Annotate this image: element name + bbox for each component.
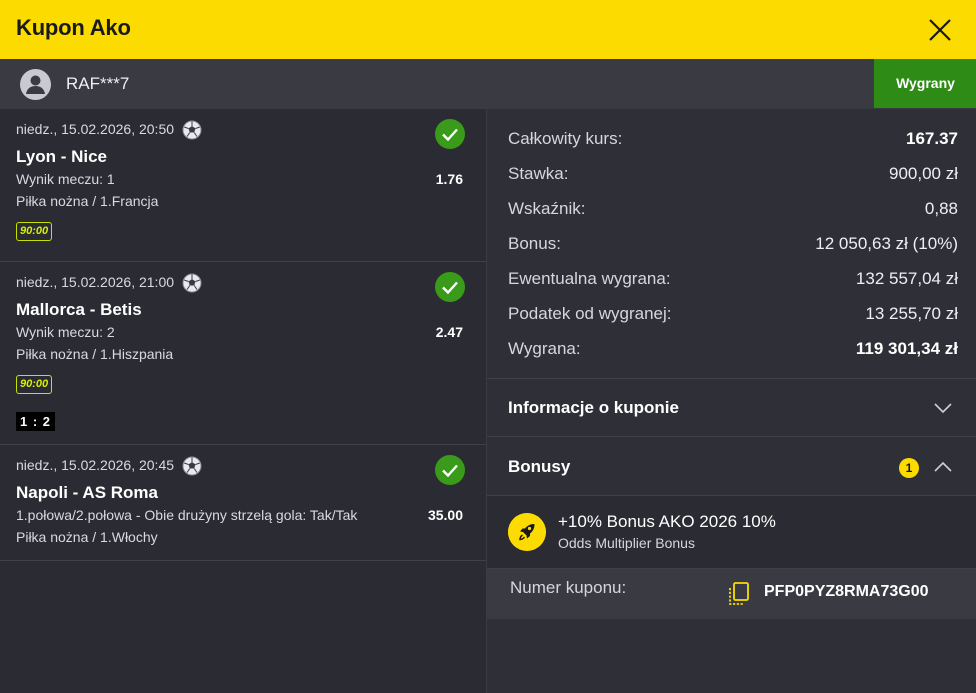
bet-market: Wynik meczu: 2 [16, 324, 115, 340]
summary-value: 119 301,34 zł [855, 339, 958, 358]
football-icon [182, 456, 202, 476]
user-avatar-icon [20, 69, 51, 100]
bet-match: Lyon - Nice [16, 147, 107, 166]
coupon-header: Kupon Ako [0, 0, 976, 59]
bets-panel: RAF***7 niedz., 15.02.2026, 20:50 Lyon -… [0, 59, 486, 693]
summary-value: 13 255,70 zł [865, 304, 958, 323]
coupon-number-row: Numer kuponu: PFP0PYZ8RMA73G00 [487, 569, 976, 619]
bet-datetime: niedz., 15.02.2026, 21:00 [16, 274, 175, 290]
match-time-badge: 90:00 [16, 222, 53, 241]
summary-row-payout: Wygrana: 119 301,34 zł [508, 339, 958, 363]
summary-label: Wygrana: [508, 339, 581, 358]
bet-league: Piłka nożna / 1.Francja [16, 193, 159, 209]
summary-row-stake: Stawka: 900,00 zł [508, 164, 958, 188]
username: RAF***7 [66, 74, 130, 93]
bet-item: niedz., 15.02.2026, 20:50 Lyon - Nice Wy… [0, 109, 486, 262]
user-bar: RAF***7 [0, 59, 486, 109]
coupon-number-label: Numer kuponu: [510, 578, 627, 597]
close-icon[interactable] [925, 16, 955, 44]
chevron-down-icon[interactable] [933, 401, 953, 415]
bet-datetime: niedz., 15.02.2026, 20:50 [16, 121, 175, 137]
bonus-name: +10% Bonus AKO 2026 10% [558, 512, 776, 531]
bet-item: niedz., 15.02.2026, 20:45 Napoli - AS Ro… [0, 445, 486, 561]
summary-label: Bonus: [508, 234, 561, 253]
bet-odds: 35.00 [427, 507, 463, 523]
football-icon [182, 120, 202, 140]
bet-league: Piłka nożna / 1.Włochy [16, 529, 158, 545]
summary-value: 900,00 zł [889, 164, 958, 183]
bet-market: 1.połowa/2.połowa - Obie drużyny strzelą… [16, 507, 358, 523]
summary-label: Stawka: [508, 164, 569, 183]
coupon-summary: Całkowity kurs: 167.37 Stawka: 900,00 zł… [487, 109, 976, 379]
bonus-count-badge: 1 [899, 458, 919, 478]
copy-icon[interactable] [727, 581, 751, 607]
match-time-badge: 90:00 [16, 375, 53, 394]
page-title: Kupon Ako [16, 15, 131, 40]
summary-row-tax: Podatek od wygranej: 13 255,70 zł [508, 304, 958, 328]
check-circle-icon [435, 272, 465, 302]
summary-row-bonus: Bonus: 12 050,63 zł (10%) [508, 234, 958, 258]
summary-value: 132 557,04 zł [855, 269, 958, 288]
winnings-tab[interactable]: Wygrany [874, 59, 976, 108]
bonus-item: +10% Bonus AKO 2026 10% Odds Multiplier … [487, 496, 976, 569]
rocket-icon [508, 513, 546, 551]
chevron-up-icon[interactable] [933, 460, 953, 474]
bet-odds: 1.76 [435, 171, 463, 187]
bet-datetime: niedz., 15.02.2026, 20:45 [16, 457, 175, 473]
bet-odds: 2.47 [435, 324, 463, 340]
football-icon [182, 273, 202, 293]
check-circle-icon [435, 119, 465, 149]
bet-match: Mallorca - Betis [16, 300, 142, 319]
summary-value: 0,88 [924, 199, 958, 218]
summary-value: 12 050,63 zł (10%) [815, 234, 958, 253]
bonus-subtitle: Odds Multiplier Bonus [558, 535, 695, 551]
summary-row-total-odds: Całkowity kurs: 167.37 [508, 129, 958, 153]
coupon-number-value: PFP0PYZ8RMA73G00 [764, 583, 929, 600]
bet-market: Wynik meczu: 1 [16, 171, 115, 187]
section-title: Informacje o kuponie [508, 398, 679, 417]
check-circle-icon [435, 455, 465, 485]
bet-league: Piłka nożna / 1.Hiszpania [16, 346, 174, 362]
coupon-info-accordion[interactable]: Informacje o kuponie [487, 379, 976, 437]
summary-value: 167.37 [906, 129, 958, 148]
status-bar: Wygrany [487, 59, 976, 109]
section-title: Bonusy [508, 457, 571, 476]
summary-label: Podatek od wygranej: [508, 304, 672, 323]
coupon-details-panel: Wygrany Całkowity kurs: 167.37 Stawka: 9… [486, 59, 976, 693]
summary-label: Całkowity kurs: [508, 129, 623, 148]
summary-label: Wskaźnik: [508, 199, 586, 218]
summary-label: Ewentualna wygrana: [508, 269, 671, 288]
bonuses-accordion[interactable]: Bonusy 1 [487, 438, 976, 496]
bet-match: Napoli - AS Roma [16, 483, 158, 502]
match-score: 1 : 2 [16, 412, 56, 431]
summary-row-factor: Wskaźnik: 0,88 [508, 199, 958, 223]
bet-item: niedz., 15.02.2026, 21:00 Mallorca - Bet… [0, 262, 486, 445]
summary-row-potential-win: Ewentualna wygrana: 132 557,04 zł [508, 269, 958, 293]
